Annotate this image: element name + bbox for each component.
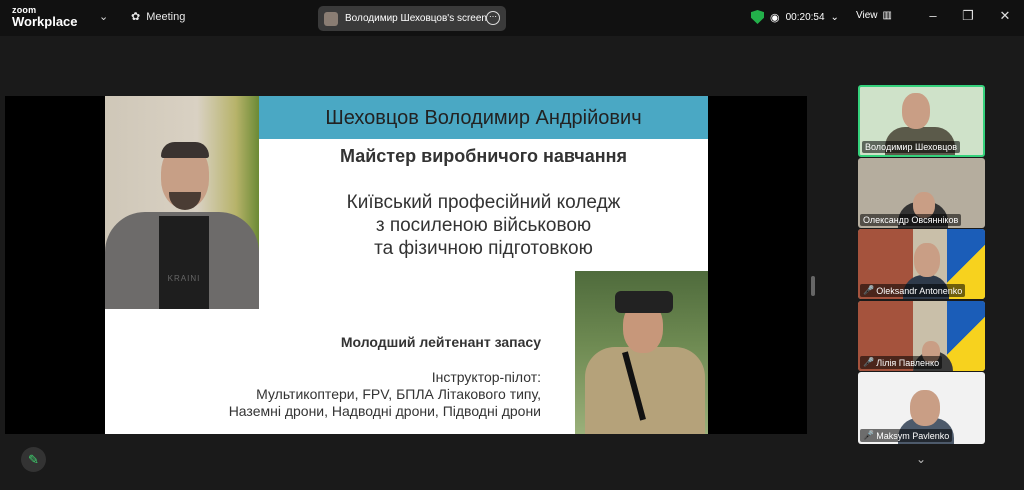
- minimize-icon[interactable]: –: [925, 8, 941, 23]
- participant-tile[interactable]: Олександр Овсяннiков: [858, 158, 985, 228]
- participant-tile[interactable]: 🎤 Maksym Pavlenko: [858, 372, 985, 444]
- paw-icon: ✿: [131, 11, 141, 23]
- chevron-down-icon[interactable]: ⌄: [913, 452, 929, 466]
- participant-tile[interactable]: 🎤 Oleksandr Antonenko: [858, 229, 985, 299]
- participant-tile[interactable]: 🎤 Лiлiя Павленко: [858, 301, 985, 371]
- participant-name: Maksym Pavlenko: [876, 430, 950, 441]
- slide-name: Шеховцов Володимир Андрійович: [325, 107, 642, 129]
- speaker-photo: KRAINI: [105, 96, 259, 309]
- slide-rank: Молодший лейтенант запасу: [340, 334, 541, 350]
- shirt-print: KRAINI: [167, 274, 201, 283]
- participant-name: Володимир Шеховцов: [865, 142, 958, 152]
- more-options-icon[interactable]: ⋯: [486, 11, 500, 25]
- avatar: [324, 11, 338, 26]
- participant-name: Oleksandr Antonenko: [876, 285, 963, 296]
- participant-name: Олександр Овсяннiков: [863, 215, 959, 225]
- participant-name: Лiлiя Павленко: [876, 357, 940, 368]
- presentation-slide: KRAINI Шеховцов Володимир Андрійович Май…: [105, 96, 708, 434]
- mic-muted-icon: 🎤: [863, 430, 875, 440]
- slide-position: Майстер виробничого навчання: [340, 146, 627, 166]
- chevron-down-icon[interactable]: ⌄: [99, 10, 109, 24]
- meeting-timer: ◉ 00:20:54 ⌄: [751, 10, 839, 24]
- resize-handle[interactable]: [811, 276, 815, 296]
- mic-muted-icon: 🎤: [863, 285, 875, 295]
- annotate-pencil-icon[interactable]: ✎: [21, 447, 46, 472]
- zoom-logo: zoom Workplace: [12, 5, 78, 29]
- share-label: Володимир Шеховцов's screen: [345, 13, 487, 24]
- participant-tile[interactable]: Володимир Шеховцов: [858, 85, 985, 157]
- title-bar: zoom Workplace ⌄ ✿ Meeting Володимир Шех…: [0, 0, 1024, 36]
- screen-share-pill[interactable]: Володимир Шеховцов's screen ⋯: [318, 6, 506, 31]
- mic-muted-icon: 🎤: [863, 357, 875, 367]
- close-icon[interactable]: ✕: [997, 8, 1013, 24]
- grid-view-icon: ▥: [882, 10, 892, 21]
- slide-college: Київський професійний коледж з посиленою…: [346, 192, 621, 259]
- pilot-photo: [575, 271, 708, 434]
- chevron-down-icon[interactable]: ⌄: [831, 12, 839, 23]
- slide-instructor: Інструктор-пілот: Мультикоптери, FPV, БП…: [228, 369, 541, 419]
- view-button[interactable]: View ▥: [856, 10, 892, 21]
- security-shield-icon[interactable]: [751, 10, 764, 24]
- meeting-menu[interactable]: ✿ Meeting: [131, 10, 185, 24]
- restore-icon[interactable]: ❐: [960, 8, 976, 24]
- recording-icon: ◉: [770, 11, 780, 24]
